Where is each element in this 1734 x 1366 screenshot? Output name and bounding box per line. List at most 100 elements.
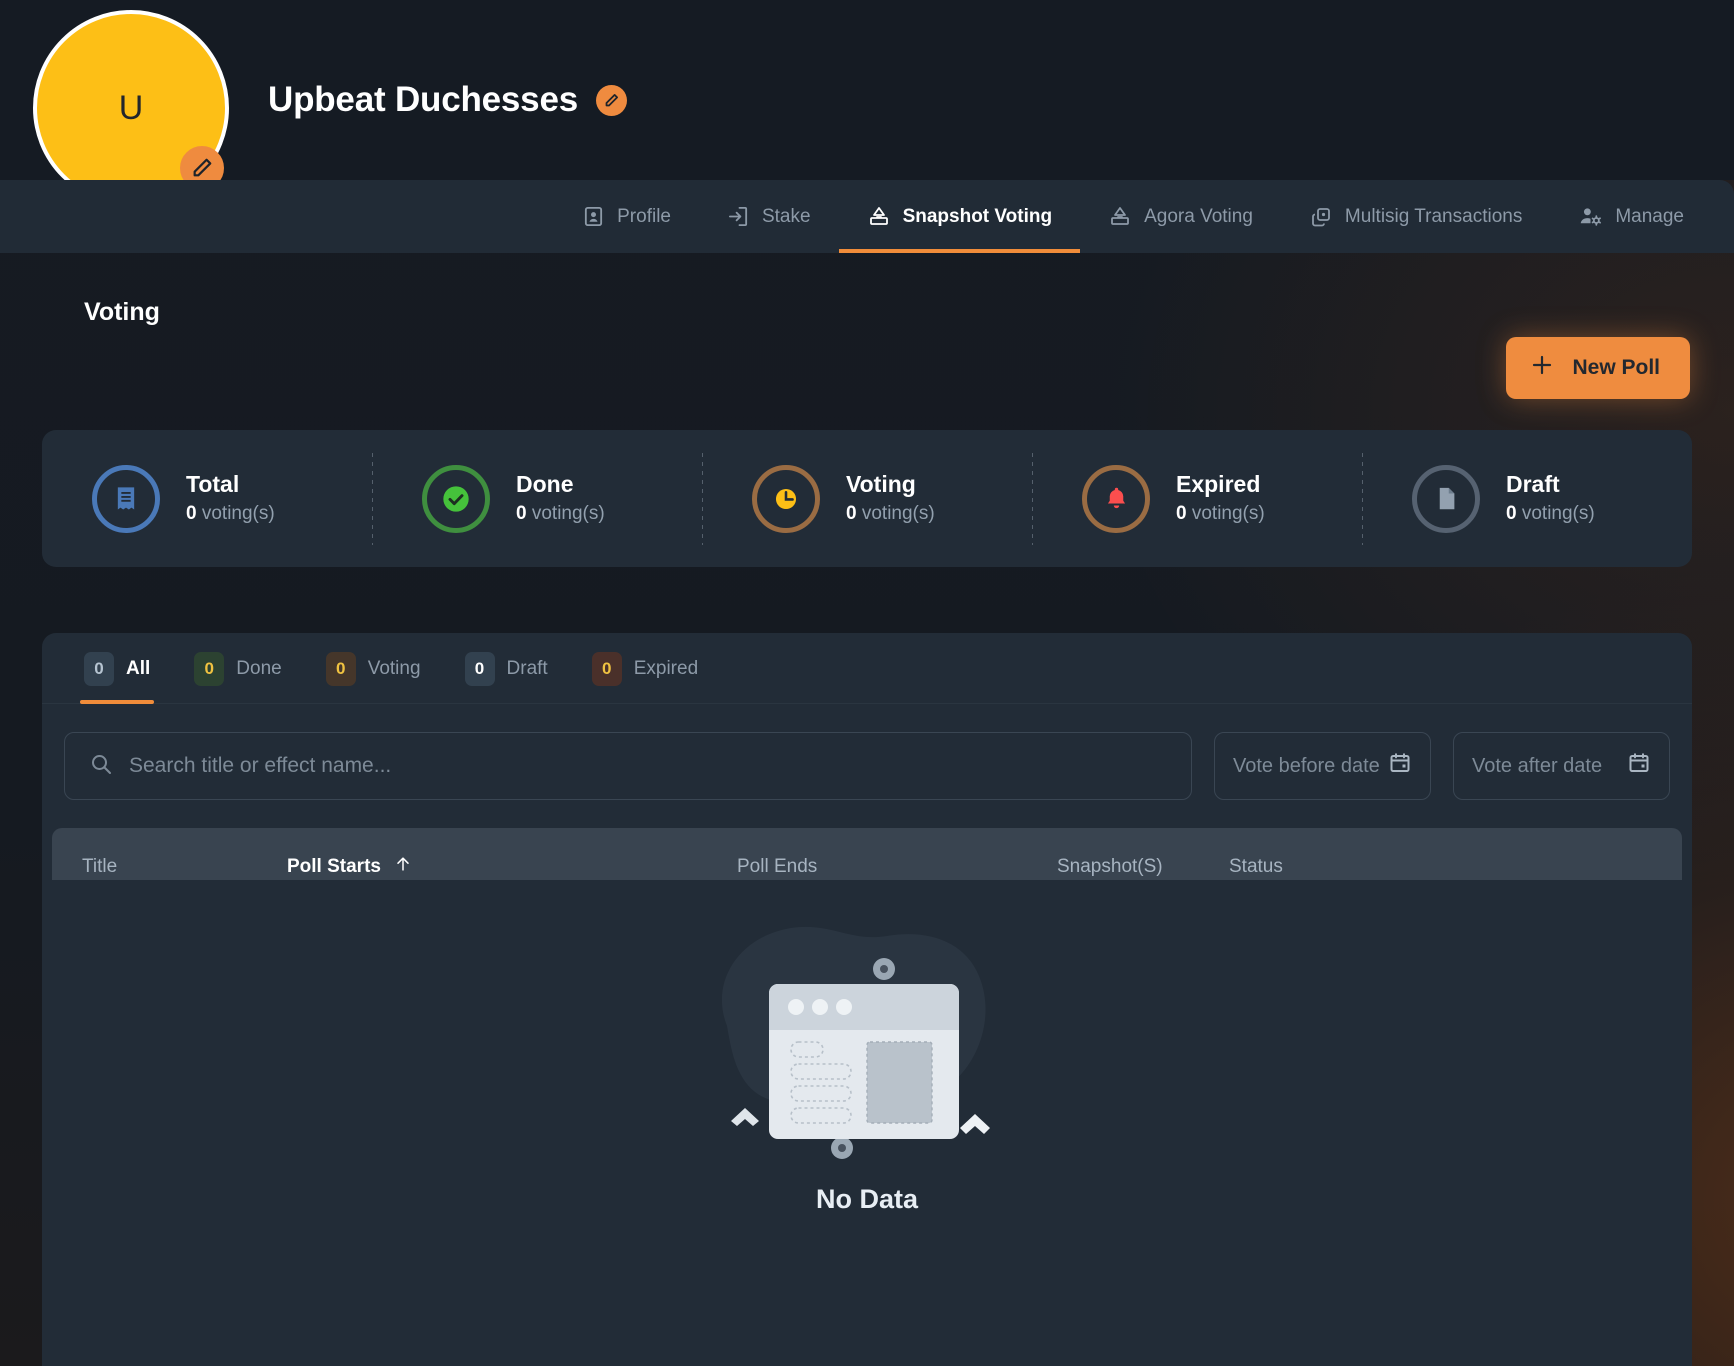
arrow-up-icon (393, 854, 413, 880)
stat-unit: voting(s) (201, 502, 275, 524)
stat-draft: Draft 0 voting(s) (1362, 452, 1692, 545)
filter-tab-count: 0 (84, 652, 114, 686)
nav-item-label: Profile (617, 205, 671, 227)
stat-label: Total (186, 470, 240, 497)
nav-item-snapshot-voting[interactable]: Snapshot Voting (838, 180, 1081, 253)
filter-tab-count: 0 (194, 652, 225, 686)
filter-tab-draft[interactable]: 0 Draft (443, 652, 570, 703)
org-title-row: Upbeat Duchesses (268, 80, 627, 120)
column-header-label: Poll Starts (287, 856, 381, 877)
stat-expired: Expired 0 voting(s) (1032, 452, 1362, 545)
receipt-icon (92, 464, 160, 533)
filter-tab-voting[interactable]: 0 Voting (304, 652, 443, 703)
clock-icon (752, 464, 820, 533)
stat-text: Voting 0 voting(s) (846, 469, 935, 529)
bell-icon (1082, 464, 1150, 533)
search-input[interactable] (129, 754, 1167, 778)
filter-tab-count: 0 (325, 652, 356, 686)
page-title: Upbeat Duchesses (268, 80, 578, 119)
column-header-poll-starts[interactable]: Poll Starts (287, 854, 737, 880)
stat-value: 0 voting(s) (1506, 500, 1595, 529)
nav-item-label: Stake (761, 205, 811, 227)
stat-total: Total 0 voting(s) (42, 453, 372, 545)
multisig-icon (1309, 205, 1333, 229)
nav-item-stake[interactable]: Stake (699, 180, 839, 253)
filter-tabs: 0 All 0 Done 0 Voting 0 Draft 0 Expired (42, 633, 1692, 704)
vote-before-date-filter[interactable]: Vote before date (1214, 732, 1431, 800)
stat-label: Expired (1176, 470, 1261, 497)
stats-panel: Total 0 voting(s) Done 0 voting(s) Votin… (42, 430, 1692, 567)
column-header-poll-ends[interactable]: Poll Ends (737, 856, 1057, 878)
filter-tab-all[interactable]: 0 All (62, 652, 172, 704)
stat-label: Done (516, 470, 574, 497)
search-box[interactable] (64, 732, 1192, 800)
avatar-initial: U (118, 88, 144, 127)
stat-text: Draft 0 voting(s) (1506, 469, 1595, 529)
stat-unit: voting(s) (531, 502, 605, 524)
stat-count: 0 (1506, 502, 1517, 524)
nav-item-agora-voting[interactable]: Agora Voting (1080, 180, 1281, 253)
stat-count: 0 (516, 502, 527, 524)
column-header-title[interactable]: Title (52, 856, 287, 878)
stake-icon (727, 205, 750, 228)
filter-tab-label: All (126, 658, 151, 679)
stat-count: 0 (186, 502, 197, 524)
nav-item-multisig-transactions[interactable]: Multisig Transactions (1281, 180, 1550, 253)
stat-done: Done 0 voting(s) (372, 452, 702, 545)
profile-icon (582, 205, 605, 228)
filter-tab-label: Draft (506, 658, 548, 679)
nav-item-profile[interactable]: Profile (554, 180, 699, 253)
filter-tab-label: Expired (633, 658, 699, 679)
stat-label: Voting (846, 470, 916, 497)
stat-text: Total 0 voting(s) (186, 469, 275, 529)
stat-count: 0 (846, 502, 857, 524)
stat-unit: voting(s) (861, 502, 935, 524)
avatar-wrap: U (33, 10, 229, 206)
ballot-box-icon (867, 205, 891, 229)
stat-value: 0 voting(s) (186, 500, 275, 529)
vote-before-date-label: Vote before date (1233, 754, 1380, 777)
vote-after-date-label: Vote after date (1472, 754, 1603, 777)
empty-state-message: No Data (815, 1184, 918, 1214)
empty-window-illustration (657, 906, 1077, 1176)
stat-unit: voting(s) (1521, 502, 1595, 524)
stat-value: 0 voting(s) (516, 500, 605, 529)
nav-item-label: Agora Voting (1144, 205, 1253, 227)
app-header: U Upbeat Duchesses (0, 0, 1734, 206)
stat-text: Done 0 voting(s) (516, 469, 605, 529)
new-poll-button[interactable]: New Poll (1506, 337, 1690, 399)
column-header-snapshot[interactable]: Snapshot(S) (1057, 856, 1229, 878)
stat-count: 0 (1176, 502, 1187, 524)
stat-text: Expired 0 voting(s) (1176, 469, 1265, 529)
check-circle-icon (422, 464, 490, 533)
stat-value: 0 voting(s) (846, 500, 935, 529)
filter-tab-label: Done (236, 658, 282, 679)
filter-tab-count: 0 (591, 652, 622, 686)
stat-label: Draft (1506, 470, 1560, 497)
filters-row: Vote before date Vote after date (42, 704, 1692, 824)
document-icon (1412, 464, 1480, 533)
pencil-icon[interactable] (595, 84, 627, 116)
calendar-icon[interactable] (1627, 751, 1651, 781)
main-nav: Profile Stake Snapshot Voting Agora Voti… (0, 180, 1734, 253)
nav-item-label: Multisig Transactions (1344, 205, 1523, 227)
nav-item-label: Manage (1615, 205, 1684, 227)
vote-after-date-filter[interactable]: Vote after date (1453, 732, 1670, 800)
stat-value: 0 voting(s) (1176, 500, 1265, 529)
empty-state: No Data (42, 880, 1692, 1366)
section-title: Voting (84, 298, 160, 326)
column-header-status[interactable]: Status (1229, 856, 1429, 878)
filter-tab-count: 0 (464, 652, 495, 686)
nav-item-label: Snapshot Voting (902, 205, 1053, 227)
filter-tab-expired[interactable]: 0 Expired (570, 652, 720, 703)
search-icon (89, 752, 113, 781)
stat-unit: voting(s) (1191, 502, 1265, 524)
user-gear-icon (1578, 204, 1603, 229)
ballot-box-icon (1108, 205, 1132, 229)
filter-tab-done[interactable]: 0 Done (172, 652, 303, 703)
calendar-icon[interactable] (1388, 751, 1412, 781)
new-poll-label: New Poll (1572, 356, 1660, 379)
plus-icon (1530, 353, 1554, 383)
stat-voting: Voting 0 voting(s) (702, 452, 1032, 545)
nav-item-manage[interactable]: Manage (1550, 180, 1712, 253)
